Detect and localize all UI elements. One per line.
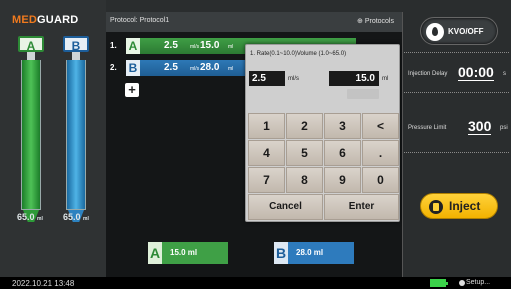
syringe-a-fill — [22, 60, 40, 209]
gear-icon — [459, 280, 465, 286]
syringe-a-label: A — [18, 36, 44, 53]
kvo-label: KVO/OFF — [448, 27, 484, 36]
phase-rate: 2.5 — [164, 62, 178, 73]
total-a-tag: A — [148, 242, 162, 264]
phase-syringe-tag: B — [126, 60, 140, 76]
syringe-a-barrel — [21, 60, 41, 210]
syringe-b-volume-unit: ml — [83, 216, 89, 222]
injection-delay-value[interactable]: 00:00 — [458, 64, 494, 81]
protocols-icon: ⊕ — [356, 18, 363, 25]
inject-button[interactable]: Inject — [420, 193, 498, 219]
key-8[interactable]: 8 — [286, 167, 323, 193]
pressure-limit-unit: psi — [500, 125, 508, 131]
phase-volume: 28.0 — [200, 62, 220, 73]
key-2[interactable]: 2 — [286, 113, 323, 139]
datetime: 2022.10.21 13:48 — [12, 279, 75, 288]
key-5[interactable]: 5 — [286, 140, 323, 166]
key-1[interactable]: 1 — [248, 113, 285, 139]
syringe-b-label: B — [63, 36, 89, 53]
kvo-drop-icon — [426, 23, 444, 41]
total-b-tag: B — [274, 242, 288, 264]
keypad-disabled-field — [347, 89, 379, 99]
brand-part2: GUARD — [37, 14, 79, 26]
brand-part1: MED — [12, 14, 38, 26]
rate-unit: ml/s — [288, 76, 299, 82]
key-4[interactable]: 4 — [248, 140, 285, 166]
syringe-a-volume-value: 65.0 — [17, 212, 35, 222]
battery-icon — [430, 279, 448, 287]
phase-volume-unit: ml — [228, 66, 234, 72]
phase-rate-unit: ml/s — [190, 44, 200, 50]
syringe-a-neck — [27, 52, 35, 60]
cancel-button[interactable]: Cancel — [248, 194, 323, 220]
protocol-title: Protocol: Protocol1 — [110, 17, 170, 24]
injection-delay-unit: s — [503, 71, 506, 77]
enter-button[interactable]: Enter — [324, 194, 399, 220]
syringe-a[interactable]: A — [18, 36, 44, 236]
protocol-bar: Protocol: Protocol1 ⊕ Protocols — [106, 12, 402, 32]
syringe-b-volume: 65.0 ml — [63, 212, 89, 222]
key-0[interactable]: 0 — [362, 167, 399, 193]
total-b-button[interactable]: B 28.0 ml — [274, 242, 354, 264]
volume-unit: ml — [382, 76, 389, 82]
phase-volume: 15.0 — [200, 40, 220, 51]
numeric-keypad-dialog: 1. Rate(0.1~10.0)Volume (1.0~65.0) 2.5 m… — [245, 44, 400, 222]
syringe-b[interactable]: B — [63, 36, 89, 236]
phase-index: 2. — [110, 63, 117, 72]
protocols-button[interactable]: ⊕ Protocols — [357, 17, 394, 25]
divider — [404, 92, 509, 93]
keypad-header: 1. Rate(0.1~10.0)Volume (1.0~65.0) — [250, 51, 347, 57]
syringe-b-fill — [67, 60, 85, 209]
divider — [404, 52, 509, 53]
syringe-panel — [0, 0, 106, 277]
syringe-a-volume-unit: ml — [37, 216, 43, 222]
brand-logo: MEDGUARD — [12, 14, 78, 26]
phase-syringe-tag: A — [126, 38, 140, 54]
total-b-value: 28.0 ml — [296, 248, 324, 257]
syringe-b-barrel — [66, 60, 86, 210]
key-6[interactable]: 6 — [324, 140, 361, 166]
volume-input[interactable]: 15.0 — [329, 71, 379, 86]
syringe-b-volume-value: 65.0 — [63, 212, 81, 222]
inject-icon — [429, 200, 443, 214]
phase-rate-unit: ml/s — [190, 66, 200, 72]
total-a-button[interactable]: A 15.0 ml — [148, 242, 228, 264]
pressure-limit-value[interactable]: 300 — [468, 118, 492, 135]
kvo-toggle-button[interactable]: KVO/OFF — [420, 17, 498, 45]
key-9[interactable]: 9 — [324, 167, 361, 193]
syringe-a-volume: 65.0 ml — [17, 212, 43, 222]
key-3[interactable]: 3 — [324, 113, 361, 139]
setup-button[interactable]: Setup... — [466, 279, 490, 286]
phase-volume-unit: ml — [228, 44, 234, 50]
key-backspace[interactable]: < — [362, 113, 399, 139]
divider — [404, 152, 509, 153]
key-7[interactable]: 7 — [248, 167, 285, 193]
injection-delay-label: Injection Delay — [408, 71, 448, 77]
rate-input[interactable]: 2.5 — [249, 71, 285, 86]
key-decimal[interactable]: . — [362, 140, 399, 166]
phase-rate: 2.5 — [164, 40, 178, 51]
protocols-label: Protocols — [364, 18, 394, 25]
inject-label: Inject — [449, 199, 481, 213]
total-a-value: 15.0 ml — [170, 248, 198, 257]
pressure-limit-label: Pressure Limit — [408, 125, 447, 131]
add-phase-button[interactable]: + — [125, 83, 139, 97]
phase-index: 1. — [110, 41, 117, 50]
syringe-b-neck — [72, 52, 80, 60]
